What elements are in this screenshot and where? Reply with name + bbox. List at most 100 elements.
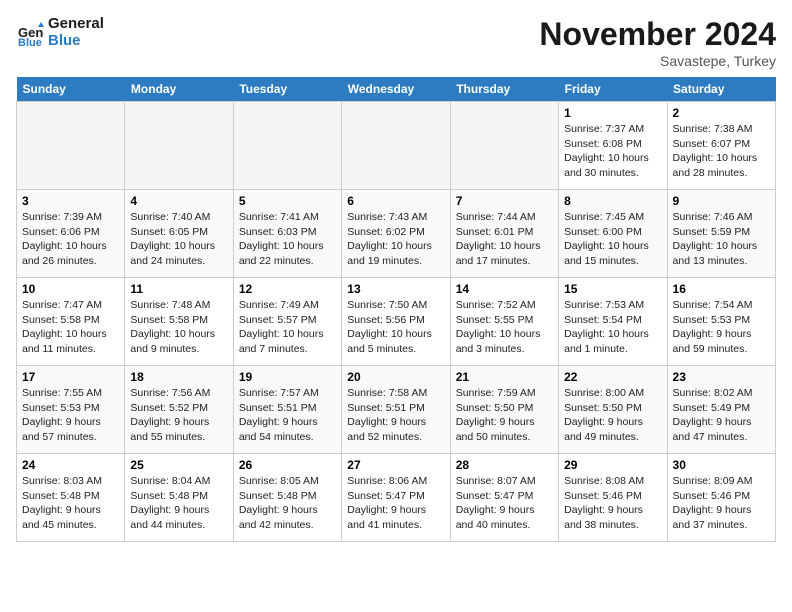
calendar-day-cell: 17 Sunrise: 7:55 AM Sunset: 5:53 PM Dayli…	[17, 366, 125, 454]
day-info: Sunrise: 7:44 AM Sunset: 6:01 PM Dayligh…	[456, 210, 553, 269]
day-info: Sunrise: 7:39 AM Sunset: 6:06 PM Dayligh…	[22, 210, 119, 269]
calendar-day-cell: 18Sunrise: 7:56 AM Sunset: 5:52 PM Dayli…	[125, 366, 233, 454]
day-info: Sunrise: 8:06 AM Sunset: 5:47 PM Dayligh…	[347, 474, 444, 533]
day-number: 20	[347, 370, 444, 384]
calendar-week-row: 24 Sunrise: 8:03 AM Sunset: 5:48 PM Dayli…	[17, 454, 776, 542]
calendar-day-cell: 10 Sunrise: 7:47 AM Sunset: 5:58 PM Dayli…	[17, 278, 125, 366]
calendar-day-cell: 9Sunrise: 7:46 AM Sunset: 5:59 PM Daylig…	[667, 190, 775, 278]
calendar-day-cell: 16Sunrise: 7:54 AM Sunset: 5:53 PM Dayli…	[667, 278, 775, 366]
day-of-week-header: Friday	[559, 77, 667, 102]
calendar-day-cell: 25 Sunrise: 8:04 AM Sunset: 5:48 PM Dayli…	[125, 454, 233, 542]
day-info: Sunrise: 7:56 AM Sunset: 5:52 PM Dayligh…	[130, 386, 227, 445]
calendar-day-cell	[342, 102, 450, 190]
day-number: 30	[673, 458, 770, 472]
day-number: 14	[456, 282, 553, 296]
day-info: Sunrise: 8:08 AM Sunset: 5:46 PM Dayligh…	[564, 474, 661, 533]
calendar-day-cell: 24 Sunrise: 8:03 AM Sunset: 5:48 PM Dayli…	[17, 454, 125, 542]
calendar-table: SundayMondayTuesdayWednesdayThursdayFrid…	[16, 77, 776, 542]
day-info: Sunrise: 8:07 AM Sunset: 5:47 PM Dayligh…	[456, 474, 553, 533]
calendar-day-cell: 29 Sunrise: 8:08 AM Sunset: 5:46 PM Dayli…	[559, 454, 667, 542]
calendar-day-cell	[17, 102, 125, 190]
day-info: Sunrise: 7:41 AM Sunset: 6:03 PM Dayligh…	[239, 210, 336, 269]
calendar-day-cell: 11 Sunrise: 7:48 AM Sunset: 5:58 PM Dayli…	[125, 278, 233, 366]
day-number: 19	[239, 370, 336, 384]
day-info: Sunrise: 7:53 AM Sunset: 5:54 PM Dayligh…	[564, 298, 661, 357]
day-number: 26	[239, 458, 336, 472]
calendar-header-row: SundayMondayTuesdayWednesdayThursdayFrid…	[17, 77, 776, 102]
day-number: 3	[22, 194, 119, 208]
calendar-day-cell	[125, 102, 233, 190]
day-number: 4	[130, 194, 227, 208]
day-info: Sunrise: 7:47 AM Sunset: 5:58 PM Dayligh…	[22, 298, 119, 357]
svg-text:Blue: Blue	[18, 37, 42, 47]
calendar-day-cell: 27 Sunrise: 8:06 AM Sunset: 5:47 PM Dayli…	[342, 454, 450, 542]
day-info: Sunrise: 8:04 AM Sunset: 5:48 PM Dayligh…	[130, 474, 227, 533]
day-number: 1	[564, 106, 661, 120]
calendar-day-cell: 14 Sunrise: 7:52 AM Sunset: 5:55 PM Dayli…	[450, 278, 558, 366]
day-number: 27	[347, 458, 444, 472]
day-info: Sunrise: 7:50 AM Sunset: 5:56 PM Dayligh…	[347, 298, 444, 357]
calendar-body: 1 Sunrise: 7:37 AM Sunset: 6:08 PM Daylig…	[17, 102, 776, 542]
day-of-week-header: Tuesday	[233, 77, 341, 102]
day-number: 25	[130, 458, 227, 472]
calendar-day-cell	[450, 102, 558, 190]
calendar-day-cell: 15Sunrise: 7:53 AM Sunset: 5:54 PM Dayli…	[559, 278, 667, 366]
calendar-day-cell: 7 Sunrise: 7:44 AM Sunset: 6:01 PM Daylig…	[450, 190, 558, 278]
day-number: 10	[22, 282, 119, 296]
day-number: 9	[673, 194, 770, 208]
calendar-day-cell: 3 Sunrise: 7:39 AM Sunset: 6:06 PM Daylig…	[17, 190, 125, 278]
day-number: 8	[564, 194, 661, 208]
day-info: Sunrise: 7:55 AM Sunset: 5:53 PM Dayligh…	[22, 386, 119, 445]
day-info: Sunrise: 7:57 AM Sunset: 5:51 PM Dayligh…	[239, 386, 336, 445]
calendar-day-cell: 12 Sunrise: 7:49 AM Sunset: 5:57 PM Dayli…	[233, 278, 341, 366]
day-number: 2	[673, 106, 770, 120]
calendar-day-cell: 26 Sunrise: 8:05 AM Sunset: 5:48 PM Dayli…	[233, 454, 341, 542]
day-info: Sunrise: 7:45 AM Sunset: 6:00 PM Dayligh…	[564, 210, 661, 269]
calendar-day-cell: 6 Sunrise: 7:43 AM Sunset: 6:02 PM Daylig…	[342, 190, 450, 278]
day-of-week-header: Sunday	[17, 77, 125, 102]
calendar-day-cell: 2 Sunrise: 7:38 AM Sunset: 6:07 PM Daylig…	[667, 102, 775, 190]
calendar-week-row: 1 Sunrise: 7:37 AM Sunset: 6:08 PM Daylig…	[17, 102, 776, 190]
day-info: Sunrise: 7:43 AM Sunset: 6:02 PM Dayligh…	[347, 210, 444, 269]
day-info: Sunrise: 7:49 AM Sunset: 5:57 PM Dayligh…	[239, 298, 336, 357]
day-info: Sunrise: 7:38 AM Sunset: 6:07 PM Dayligh…	[673, 122, 770, 181]
day-number: 6	[347, 194, 444, 208]
day-of-week-header: Thursday	[450, 77, 558, 102]
calendar-day-cell: 22 Sunrise: 8:00 AM Sunset: 5:50 PM Dayli…	[559, 366, 667, 454]
calendar-day-cell: 5 Sunrise: 7:41 AM Sunset: 6:03 PM Daylig…	[233, 190, 341, 278]
day-number: 21	[456, 370, 553, 384]
day-number: 17	[22, 370, 119, 384]
day-info: Sunrise: 8:03 AM Sunset: 5:48 PM Dayligh…	[22, 474, 119, 533]
day-of-week-header: Monday	[125, 77, 233, 102]
calendar-day-cell: 23 Sunrise: 8:02 AM Sunset: 5:49 PM Dayli…	[667, 366, 775, 454]
day-number: 28	[456, 458, 553, 472]
day-info: Sunrise: 8:00 AM Sunset: 5:50 PM Dayligh…	[564, 386, 661, 445]
day-number: 11	[130, 282, 227, 296]
day-number: 22	[564, 370, 661, 384]
calendar-day-cell: 20 Sunrise: 7:58 AM Sunset: 5:51 PM Dayli…	[342, 366, 450, 454]
calendar-day-cell: 30 Sunrise: 8:09 AM Sunset: 5:46 PM Dayli…	[667, 454, 775, 542]
day-info: Sunrise: 7:52 AM Sunset: 5:55 PM Dayligh…	[456, 298, 553, 357]
day-info: Sunrise: 7:37 AM Sunset: 6:08 PM Dayligh…	[564, 122, 661, 181]
day-number: 24	[22, 458, 119, 472]
day-info: Sunrise: 8:09 AM Sunset: 5:46 PM Dayligh…	[673, 474, 770, 533]
day-of-week-header: Saturday	[667, 77, 775, 102]
day-info: Sunrise: 8:02 AM Sunset: 5:49 PM Dayligh…	[673, 386, 770, 445]
day-number: 5	[239, 194, 336, 208]
day-info: Sunrise: 7:59 AM Sunset: 5:50 PM Dayligh…	[456, 386, 553, 445]
day-number: 29	[564, 458, 661, 472]
calendar-week-row: 17 Sunrise: 7:55 AM Sunset: 5:53 PM Dayli…	[17, 366, 776, 454]
day-info: Sunrise: 7:48 AM Sunset: 5:58 PM Dayligh…	[130, 298, 227, 357]
calendar-day-cell: 4Sunrise: 7:40 AM Sunset: 6:05 PM Daylig…	[125, 190, 233, 278]
calendar-day-cell: 13Sunrise: 7:50 AM Sunset: 5:56 PM Dayli…	[342, 278, 450, 366]
day-number: 23	[673, 370, 770, 384]
title-block: November 2024 Savastepe, Turkey	[539, 16, 776, 69]
day-number: 7	[456, 194, 553, 208]
calendar-day-cell: 28 Sunrise: 8:07 AM Sunset: 5:47 PM Dayli…	[450, 454, 558, 542]
day-info: Sunrise: 7:58 AM Sunset: 5:51 PM Dayligh…	[347, 386, 444, 445]
day-info: Sunrise: 8:05 AM Sunset: 5:48 PM Dayligh…	[239, 474, 336, 533]
month-title: November 2024	[539, 16, 776, 53]
day-number: 12	[239, 282, 336, 296]
calendar-week-row: 3 Sunrise: 7:39 AM Sunset: 6:06 PM Daylig…	[17, 190, 776, 278]
calendar-day-cell: 21 Sunrise: 7:59 AM Sunset: 5:50 PM Dayli…	[450, 366, 558, 454]
